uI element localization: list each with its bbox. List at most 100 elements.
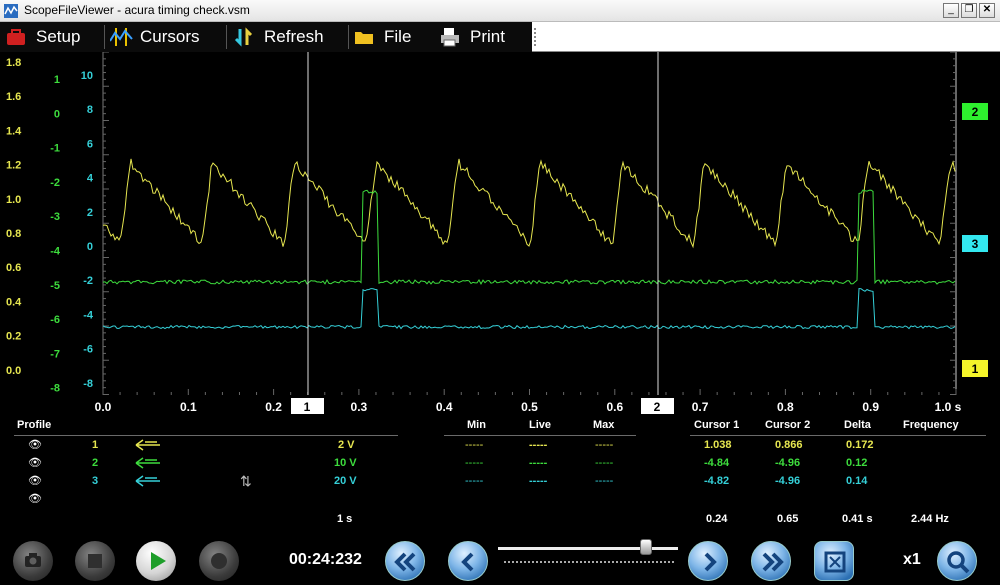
- channel-1-scale: 2 V: [338, 439, 355, 451]
- play-button[interactable]: [136, 541, 176, 581]
- play-icon: [151, 552, 166, 570]
- y-tick-label: -1: [50, 143, 60, 155]
- y-tick-label: 8: [87, 104, 93, 116]
- y-tick-label: -7: [50, 348, 60, 360]
- scope-graph[interactable]: 1.81.61.41.21.00.80.60.40.20.010-1-2-3-4…: [0, 51, 1000, 395]
- y-tick-label: -8: [83, 378, 93, 390]
- channel-2-marker-label: 2: [972, 105, 979, 119]
- maximize-button[interactable]: ❐: [961, 3, 977, 18]
- refresh-button[interactable]: Refresh: [234, 24, 324, 50]
- scope-plot[interactable]: 1.8 1.6 1.4 1.2 1.0 0.8 0.6 0.4 0.2 0.0 1 0 -1 -2 -3 -4…: [0, 51, 1000, 395]
- zoom-fit-button[interactable]: [814, 541, 854, 581]
- y-tick-label: -6: [83, 344, 93, 356]
- y-tick-label: -3: [50, 211, 60, 223]
- stop-button[interactable]: [75, 541, 115, 581]
- y-tick-label: 1: [54, 74, 60, 86]
- probe-icon[interactable]: [135, 439, 161, 451]
- channel-1-delta: 0.172: [846, 439, 874, 451]
- slider-thumb[interactable]: [639, 539, 652, 555]
- y-tick-label: 0: [54, 108, 60, 120]
- step-back-button[interactable]: [448, 541, 488, 581]
- step-forward-button[interactable]: [688, 541, 728, 581]
- y-tick-label: -4: [50, 246, 61, 258]
- file-label: File: [384, 27, 412, 46]
- y-tick-label: -5: [50, 280, 60, 292]
- cursor1-header: Cursor 1: [694, 419, 740, 431]
- x-tick-label: 0.4: [436, 400, 453, 414]
- y-tick-label: 0.6: [6, 262, 21, 274]
- channel-1-marker-label: 1: [972, 362, 979, 376]
- y-tick-label: -4: [83, 309, 94, 321]
- profile-header: Profile: [17, 419, 52, 431]
- visibility-eye-icon[interactable]: 👁: [28, 474, 42, 487]
- probe-icon[interactable]: [135, 457, 161, 469]
- print-button[interactable]: Print: [440, 24, 505, 50]
- visibility-eye-icon[interactable]: 👁: [28, 492, 42, 505]
- channel-1-live: -----: [529, 439, 548, 451]
- cursors-icon: [109, 27, 133, 47]
- toolbar: Setup Cursors Refresh File Print: [0, 22, 1000, 52]
- probe-icon[interactable]: [135, 475, 161, 487]
- fit-icon: [824, 551, 846, 573]
- cursor1-time: 0.24: [706, 513, 728, 525]
- setup-label: Setup: [36, 27, 81, 46]
- chevron-right-icon: [704, 552, 717, 572]
- fast-forward-icon: [762, 552, 784, 572]
- channel-2-cursor2: -4.96: [775, 457, 801, 469]
- cursor-1-flag-label: 1: [304, 400, 311, 414]
- y-tick-label: 10: [81, 70, 93, 82]
- x-tick-label: 0.9: [862, 400, 879, 414]
- channel-3-scale: 20 V: [334, 475, 357, 487]
- refresh-icon: [234, 27, 254, 47]
- magnifier-icon: [947, 551, 970, 574]
- file-button[interactable]: File: [354, 24, 411, 50]
- channel-3-delta: 0.14: [846, 475, 868, 487]
- swap-icon[interactable]: ⇅: [240, 473, 252, 490]
- x-tick-label: 1.0 s: [935, 400, 962, 414]
- zoom-button[interactable]: [937, 541, 977, 581]
- x-tick-label: 0.8: [777, 400, 794, 414]
- cursor2-header: Cursor 2: [765, 419, 811, 431]
- y-tick-label: -6: [50, 314, 60, 326]
- frequency-value: 2.44 Hz: [911, 513, 949, 525]
- cursors-label: Cursors: [140, 27, 200, 46]
- channel-1-cursor2: 0.866: [775, 439, 803, 451]
- channel-3-number: 3: [92, 475, 99, 487]
- minimize-button[interactable]: _: [943, 3, 959, 18]
- channel-1-cursor1: 1.038: [704, 439, 732, 451]
- close-button[interactable]: ✕: [979, 3, 995, 18]
- channel-3-live: -----: [529, 475, 548, 487]
- rewind-button[interactable]: [385, 541, 425, 581]
- fast-forward-button[interactable]: [751, 541, 791, 581]
- y-tick-label: -2: [83, 275, 93, 287]
- snapshot-button[interactable]: [13, 541, 53, 581]
- visibility-eye-icon[interactable]: 👁: [28, 456, 42, 469]
- y-tick-label: 0: [87, 241, 93, 253]
- record-button[interactable]: [199, 541, 239, 581]
- setup-button[interactable]: Setup: [6, 24, 80, 50]
- channel-2-min: -----: [465, 457, 484, 469]
- y-tick-label: -2: [50, 177, 60, 189]
- toolbox-icon: [6, 27, 26, 47]
- playback-slider[interactable]: [498, 539, 678, 567]
- channel-3-cursor2: -4.96: [775, 475, 801, 487]
- x-tick-label: 0.1: [180, 400, 197, 414]
- channel-1-min: -----: [465, 439, 484, 451]
- y-tick-label: 0.4: [6, 296, 22, 308]
- x-axis: 0.0 0.1 0.2 0.3 0.4 0.5 0.6 0.7 0.8 0.9 1.0 s 1 2: [95, 398, 962, 414]
- toolbar-grip[interactable]: [534, 28, 536, 46]
- y-tick-label: 0.2: [6, 331, 21, 343]
- title-bar: ScopeFileViewer - acura timing check.vsm…: [0, 0, 1000, 22]
- channel-3-marker-label: 3: [972, 237, 979, 251]
- speed-label: x1: [903, 551, 921, 568]
- measurement-panel: 0.0 0.1 0.2 0.3 0.4 0.5 0.6 0.7 0.8 0.9 1.0 s 1 2 …: [0, 395, 1000, 585]
- refresh-label: Refresh: [264, 27, 324, 46]
- y-tick-label: 1.2: [6, 160, 21, 172]
- window-title: ScopeFileViewer - acura timing check.vsm: [24, 3, 250, 17]
- visibility-eye-icon[interactable]: 👁: [28, 438, 42, 451]
- delta-time: 0.41 s: [842, 513, 873, 525]
- cursors-button[interactable]: Cursors: [109, 24, 200, 50]
- channel-2-number: 2: [92, 457, 99, 469]
- channel-3-max: -----: [595, 475, 614, 487]
- rewind-icon: [394, 552, 416, 572]
